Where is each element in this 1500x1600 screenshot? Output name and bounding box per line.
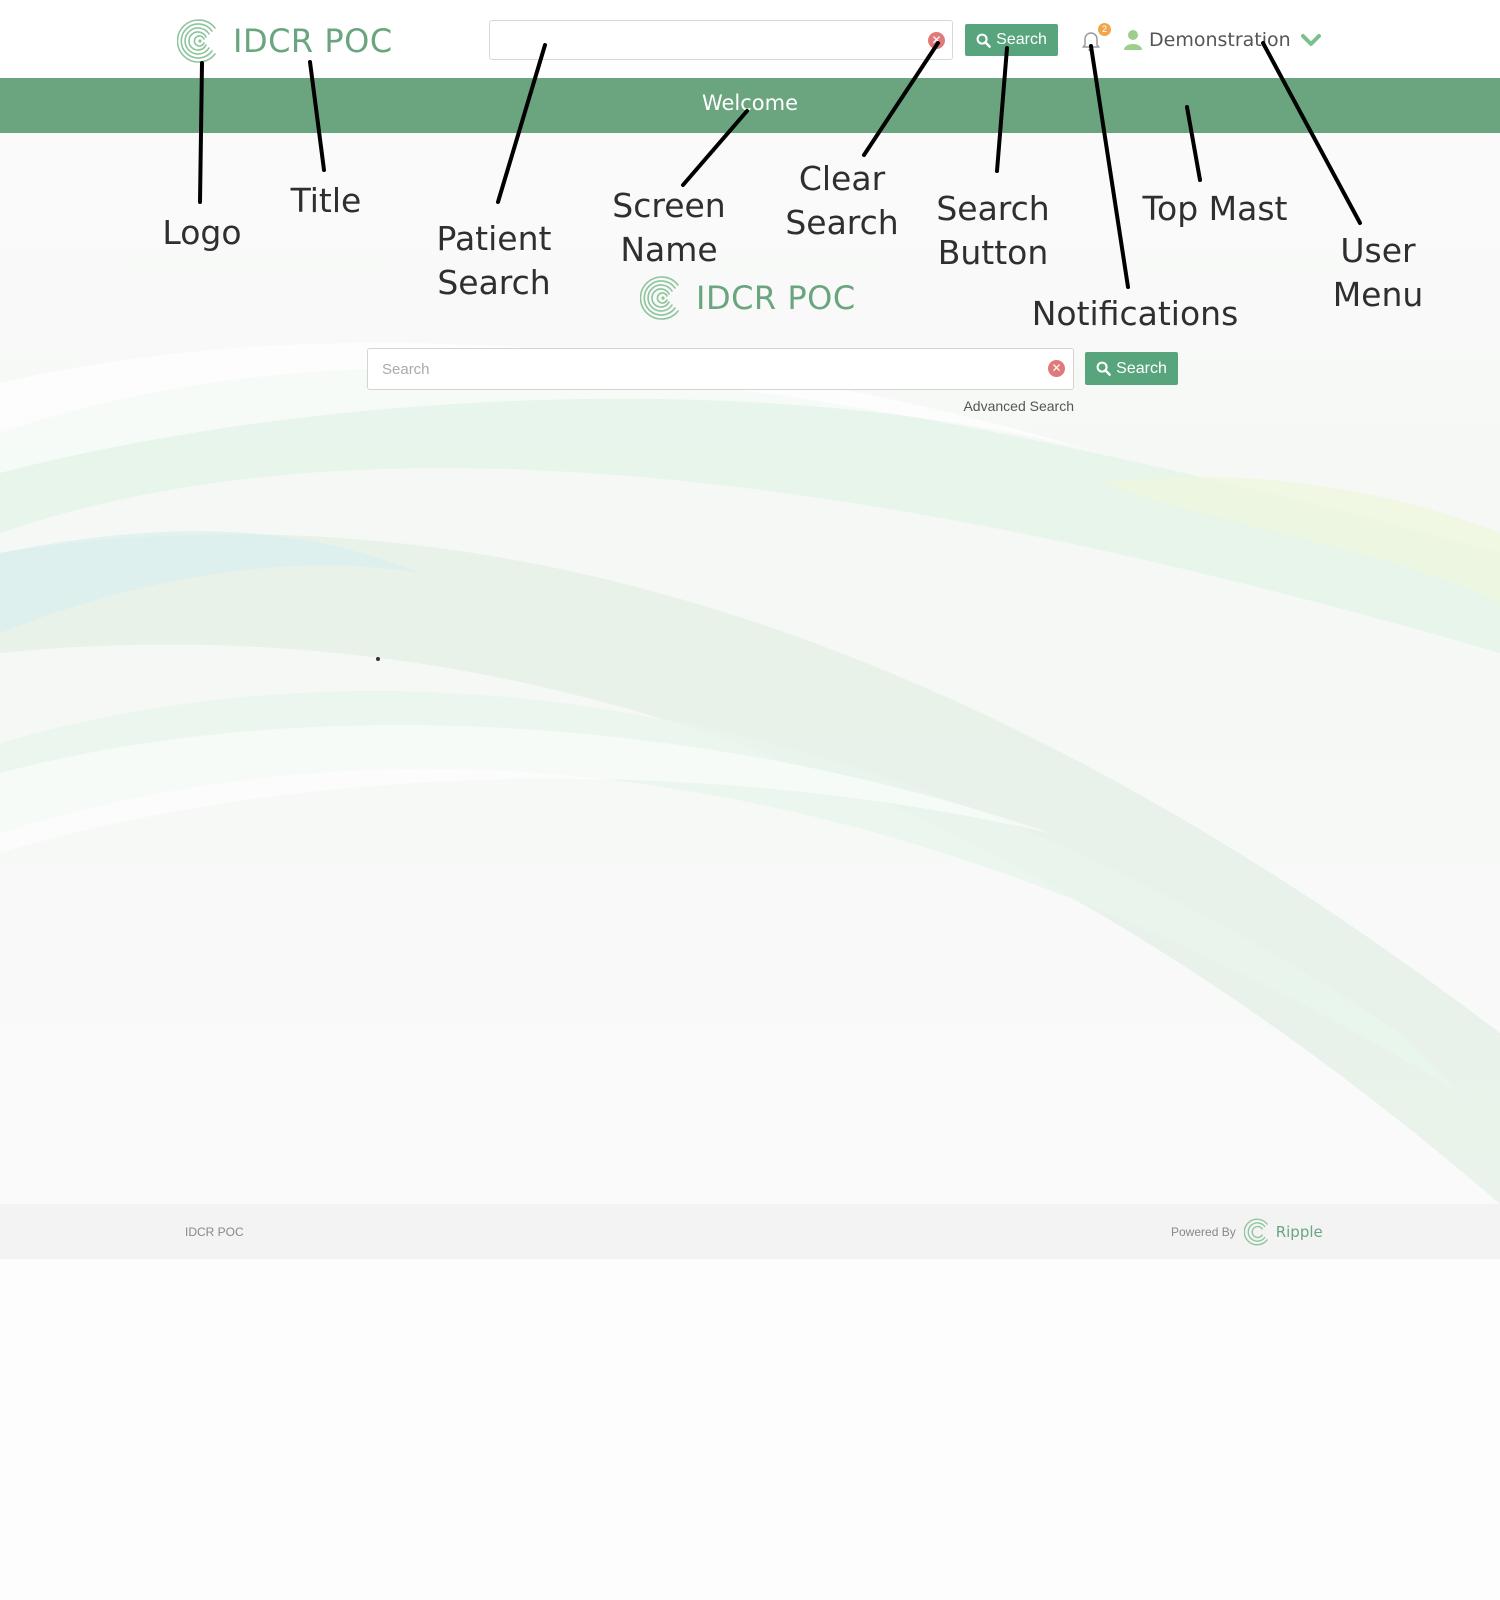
annotation-screen-name-line2: Name xyxy=(620,230,718,269)
user-menu[interactable]: Demonstration xyxy=(1123,27,1321,53)
annotation-patient-search: Patient Search xyxy=(404,217,584,305)
powered-by[interactable]: Powered By Ripple xyxy=(1171,1218,1323,1246)
footer-app-name: IDCR POC xyxy=(185,1225,244,1239)
brand-title: IDCR POC xyxy=(696,279,856,317)
magnifier-icon xyxy=(1096,361,1111,376)
advanced-search-link[interactable]: Advanced Search xyxy=(900,398,1074,414)
main-search-button-label: Search xyxy=(1116,359,1167,377)
top-bar: IDCR POC ✕ Search 2 Demonstration xyxy=(0,0,1500,78)
annotation-user-menu-line2: Menu xyxy=(1332,275,1424,314)
annotation-user-menu-line1: User xyxy=(1340,231,1416,270)
footer: IDCR POC Powered By Ripple xyxy=(0,1204,1500,1259)
user-icon xyxy=(1124,30,1142,50)
annotation-top-mast: Top Mast xyxy=(1110,187,1320,231)
annotation-search-button-line1: Search xyxy=(936,189,1050,228)
powered-by-label: Powered By xyxy=(1171,1225,1236,1239)
annotation-patient-search-line2: Search xyxy=(437,263,551,302)
main-content: IDCR POC ✕ Search Advanced Search xyxy=(0,133,1500,1204)
top-mast: Welcome xyxy=(0,78,1500,133)
patient-search-input[interactable] xyxy=(500,21,924,59)
annotation-logo-text: Logo xyxy=(162,213,242,252)
annotation-user-menu: User Menu xyxy=(1318,229,1438,317)
search-button-label: Search xyxy=(996,31,1047,48)
annotation-patient-search-line1: Patient xyxy=(436,219,552,258)
patient-search[interactable]: ✕ xyxy=(489,20,953,60)
annotation-title: Title xyxy=(266,179,386,223)
main-search-input[interactable] xyxy=(380,349,1024,389)
notification-count-badge: 2 xyxy=(1098,23,1111,36)
annotation-search-button: Search Button xyxy=(903,187,1083,275)
user-name: Demonstration xyxy=(1149,29,1291,51)
clear-search-icon[interactable]: ✕ xyxy=(1048,360,1065,377)
annotation-notifications-text: Notifications xyxy=(1031,294,1239,333)
screen-name: Welcome xyxy=(701,91,799,115)
annotation-title-text: Title xyxy=(290,181,362,220)
search-button[interactable]: Search xyxy=(965,24,1058,56)
annotation-search-button-line2: Button xyxy=(937,233,1049,272)
logo-icon xyxy=(640,276,679,320)
ripple-name: Ripple xyxy=(1275,1223,1323,1241)
clear-search-icon[interactable]: ✕ xyxy=(928,32,945,49)
magnifier-icon xyxy=(976,33,991,48)
main-patient-search[interactable]: ✕ xyxy=(367,348,1074,390)
annotation-screen-name-line1: Screen xyxy=(612,186,726,225)
app-title: IDCR POC xyxy=(233,22,393,60)
annotation-top-mast-text: Top Mast xyxy=(1142,189,1288,228)
annotation-logo: Logo xyxy=(140,211,264,255)
stray-dot xyxy=(376,657,380,661)
main-search-button[interactable]: Search xyxy=(1085,352,1178,385)
center-brand: IDCR POC xyxy=(640,273,856,323)
ripple-logo-icon xyxy=(1243,1218,1268,1246)
bell-icon[interactable] xyxy=(1081,30,1101,52)
annotation-screen-name: Screen Name xyxy=(579,184,759,272)
annotation-notifications: Notifications xyxy=(1010,292,1260,336)
chevron-down-icon[interactable] xyxy=(1300,33,1321,47)
brand[interactable]: IDCR POC xyxy=(177,16,393,66)
logo-icon xyxy=(177,19,216,63)
